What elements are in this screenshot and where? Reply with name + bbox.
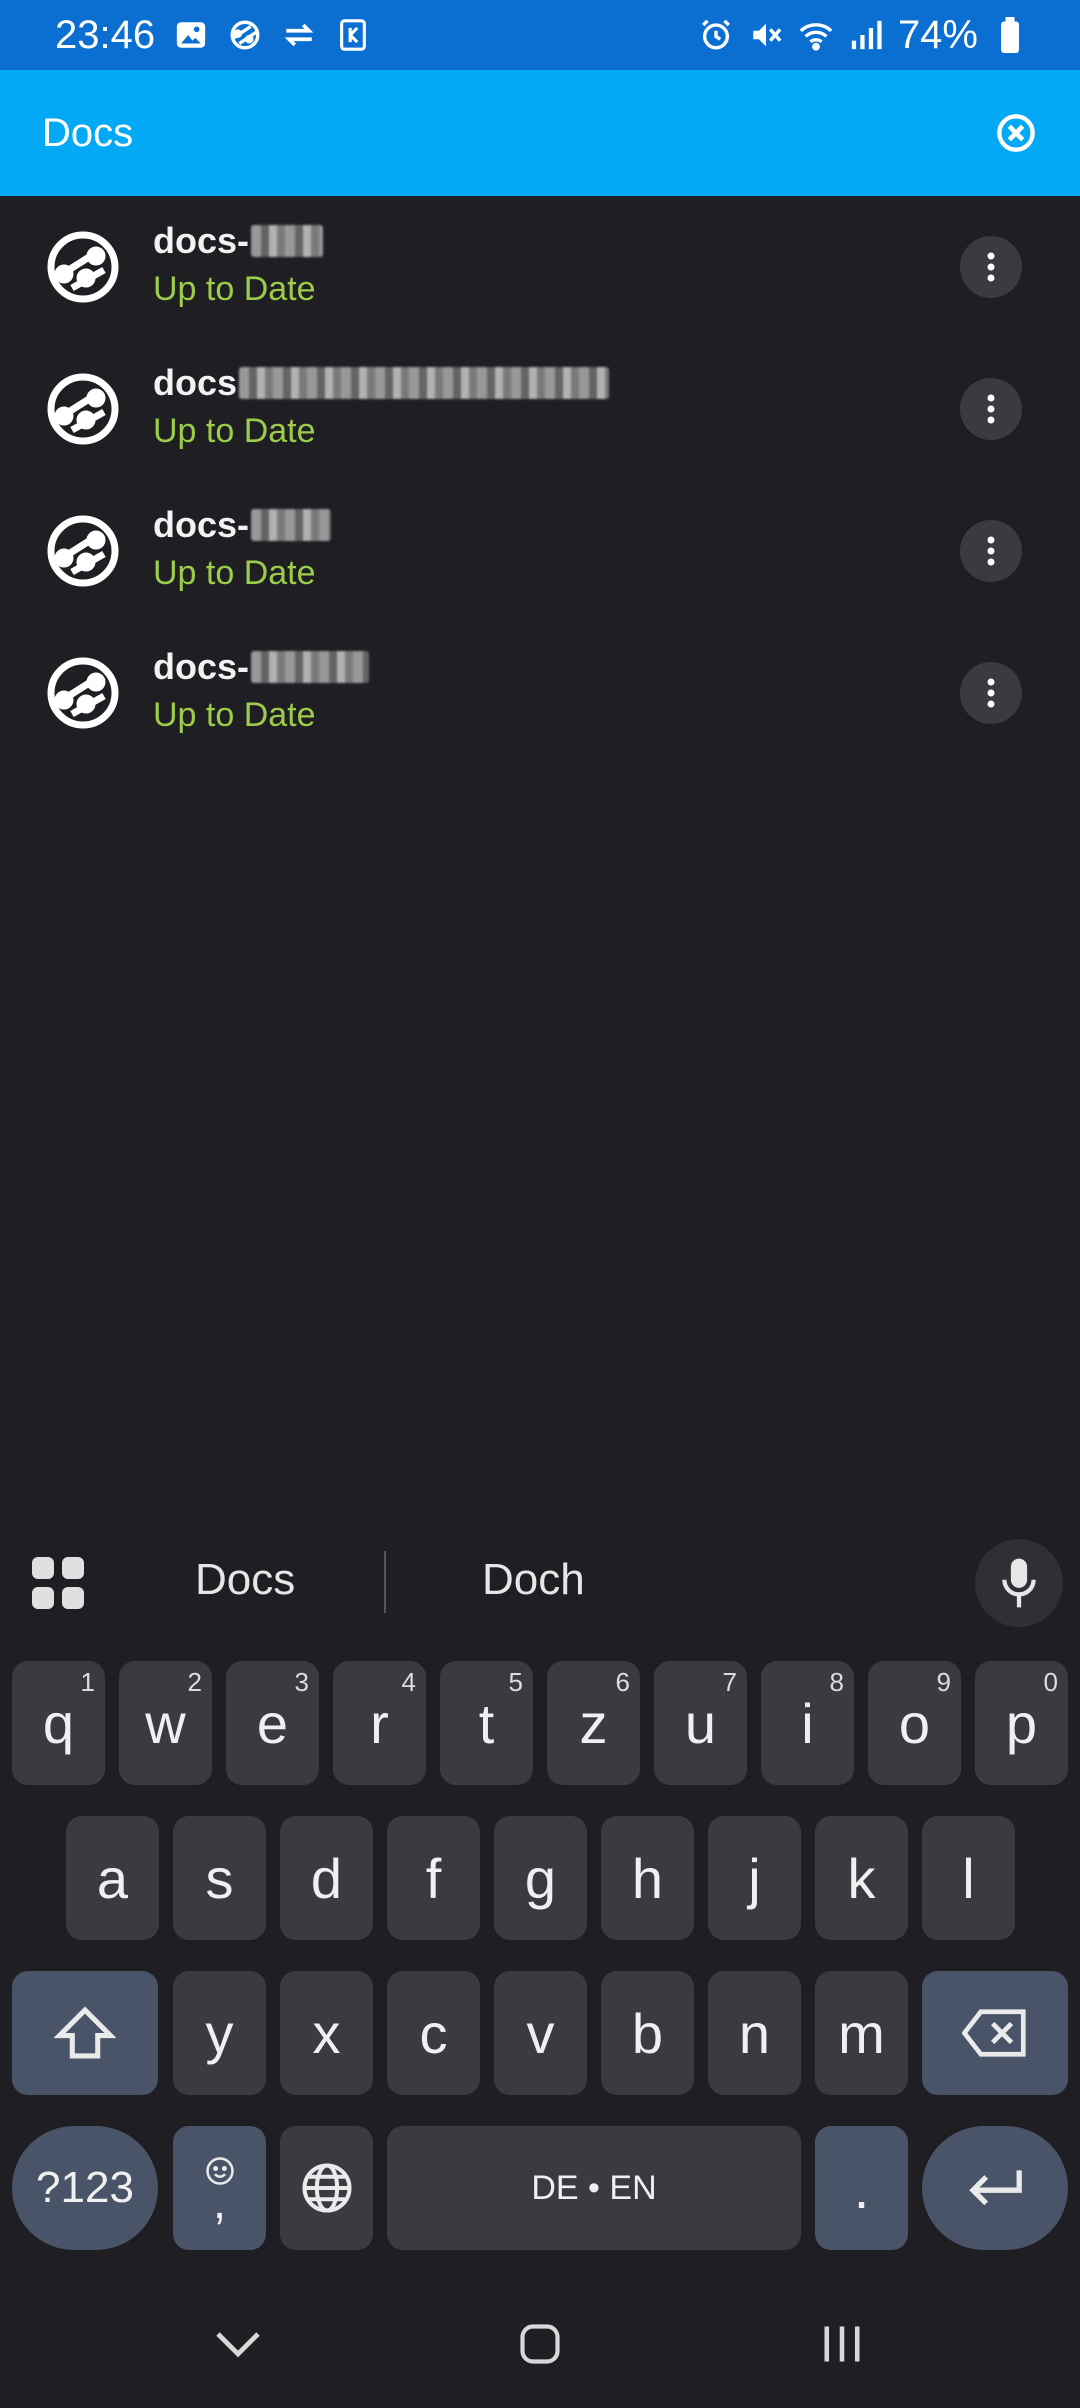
key-h[interactable]: h: [601, 1816, 694, 1940]
status-bar: 23:46 74%: [0, 0, 1080, 70]
repo-icon: [42, 226, 124, 308]
clock: 23:46: [55, 12, 156, 57]
redacted-text: [251, 225, 324, 257]
space-key[interactable]: DE • EN: [387, 2126, 801, 2250]
gallery-icon: [173, 17, 209, 53]
more-vert-icon: [987, 252, 995, 282]
home-icon: [520, 2324, 560, 2364]
shift-icon: [54, 2006, 116, 2059]
recents-icon: [824, 2326, 860, 2362]
repo-icon: [42, 652, 124, 734]
key-y[interactable]: y: [173, 1971, 266, 2095]
transfer-icon: [281, 17, 317, 53]
key-d[interactable]: d: [280, 1816, 373, 1940]
key-r[interactable]: r4: [333, 1661, 426, 1785]
key-j[interactable]: j: [708, 1816, 801, 1940]
key-z[interactable]: z6: [547, 1661, 640, 1785]
period-key[interactable]: .: [815, 2126, 908, 2250]
list-item[interactable]: docs- Up to Date: [0, 196, 1080, 338]
key-f[interactable]: f: [387, 1816, 480, 1940]
repo-name: docs-: [153, 646, 370, 688]
key-u[interactable]: u7: [654, 1661, 747, 1785]
suggestion-2[interactable]: Doch: [482, 1555, 585, 1605]
screen: 23:46 74% Docs docs- Up to Date docs Up …: [0, 0, 1080, 2408]
repo-name: docs: [153, 362, 610, 404]
repo-status: Up to Date: [153, 412, 316, 450]
battery-icon: [992, 17, 1028, 53]
globe-icon: [301, 2163, 352, 2213]
chevron-down-icon: [216, 2332, 260, 2358]
key-c[interactable]: c: [387, 1971, 480, 2095]
repo-name: docs-: [153, 220, 324, 262]
key-v[interactable]: v: [494, 1971, 587, 2095]
mute-icon: [748, 17, 784, 53]
key-s[interactable]: s: [173, 1816, 266, 1940]
search-input[interactable]: [42, 110, 942, 156]
key-t[interactable]: t5: [440, 1661, 533, 1785]
suggestion-strip: Docs Doch: [0, 1525, 1080, 1640]
list-item[interactable]: docs- Up to Date: [0, 480, 1080, 622]
key-m[interactable]: m: [815, 1971, 908, 2095]
mic-icon[interactable]: [975, 1539, 1063, 1627]
key-q[interactable]: q1: [12, 1661, 105, 1785]
repo-name: docs-: [153, 504, 332, 546]
list-item[interactable]: docs- Up to Date: [0, 622, 1080, 764]
home-button[interactable]: [510, 2314, 570, 2374]
signal-icon: [848, 17, 884, 53]
language-key[interactable]: [280, 2126, 373, 2250]
close-circle-icon[interactable]: [994, 111, 1038, 155]
key-n[interactable]: n: [708, 1971, 801, 2095]
search-bar: [0, 70, 1080, 196]
enter-icon: [969, 2170, 1022, 2206]
enter-key[interactable]: [922, 2126, 1068, 2250]
repo-status: Up to Date: [153, 270, 316, 308]
key-g[interactable]: g: [494, 1816, 587, 1940]
key-p[interactable]: p0: [975, 1661, 1068, 1785]
hide-keyboard-button[interactable]: [208, 2314, 268, 2374]
wifi-icon: [798, 17, 834, 53]
apps-grid-icon[interactable]: [32, 1557, 84, 1609]
backspace-icon: [962, 2009, 1026, 2057]
navigation-bar: [0, 2270, 1080, 2408]
list-item[interactable]: docs Up to Date: [0, 338, 1080, 480]
redacted-text: [251, 509, 332, 541]
key-e[interactable]: e3: [226, 1661, 319, 1785]
suggestion-divider: [384, 1551, 386, 1613]
symbols-key[interactable]: ?123: [12, 2126, 158, 2250]
more-vert-icon: [987, 394, 995, 424]
more-vert-icon: [987, 678, 995, 708]
shift-key[interactable]: [12, 1971, 158, 2095]
redacted-text: [251, 651, 370, 683]
recents-button[interactable]: [812, 2314, 872, 2374]
repo-list: docs- Up to Date docs Up to Date docs- U…: [0, 196, 1080, 764]
key-x[interactable]: x: [280, 1971, 373, 2095]
key-o[interactable]: o9: [868, 1661, 961, 1785]
key-k[interactable]: k: [815, 1816, 908, 1940]
repo-status: Up to Date: [153, 554, 316, 592]
more-options-button[interactable]: [960, 662, 1022, 724]
repo-status: Up to Date: [153, 696, 316, 734]
battery-level: 74%: [897, 12, 978, 57]
backspace-key[interactable]: [922, 1971, 1068, 2095]
key-b[interactable]: b: [601, 1971, 694, 2095]
more-vert-icon: [987, 536, 995, 566]
sync-icon: [227, 17, 263, 53]
key-w[interactable]: w2: [119, 1661, 212, 1785]
more-options-button[interactable]: [960, 520, 1022, 582]
more-options-button[interactable]: [960, 378, 1022, 440]
key-l[interactable]: l: [922, 1816, 1015, 1940]
key-i[interactable]: i8: [761, 1661, 854, 1785]
suggestion-1[interactable]: Docs: [195, 1555, 295, 1605]
more-options-button[interactable]: [960, 236, 1022, 298]
alarm-icon: [698, 17, 734, 53]
repo-icon: [42, 368, 124, 450]
sim-icon: [335, 17, 371, 53]
repo-icon: [42, 510, 124, 592]
redacted-text: [239, 367, 610, 399]
key-a[interactable]: a: [66, 1816, 159, 1940]
emoji-comma-key[interactable]: ,: [173, 2126, 266, 2250]
